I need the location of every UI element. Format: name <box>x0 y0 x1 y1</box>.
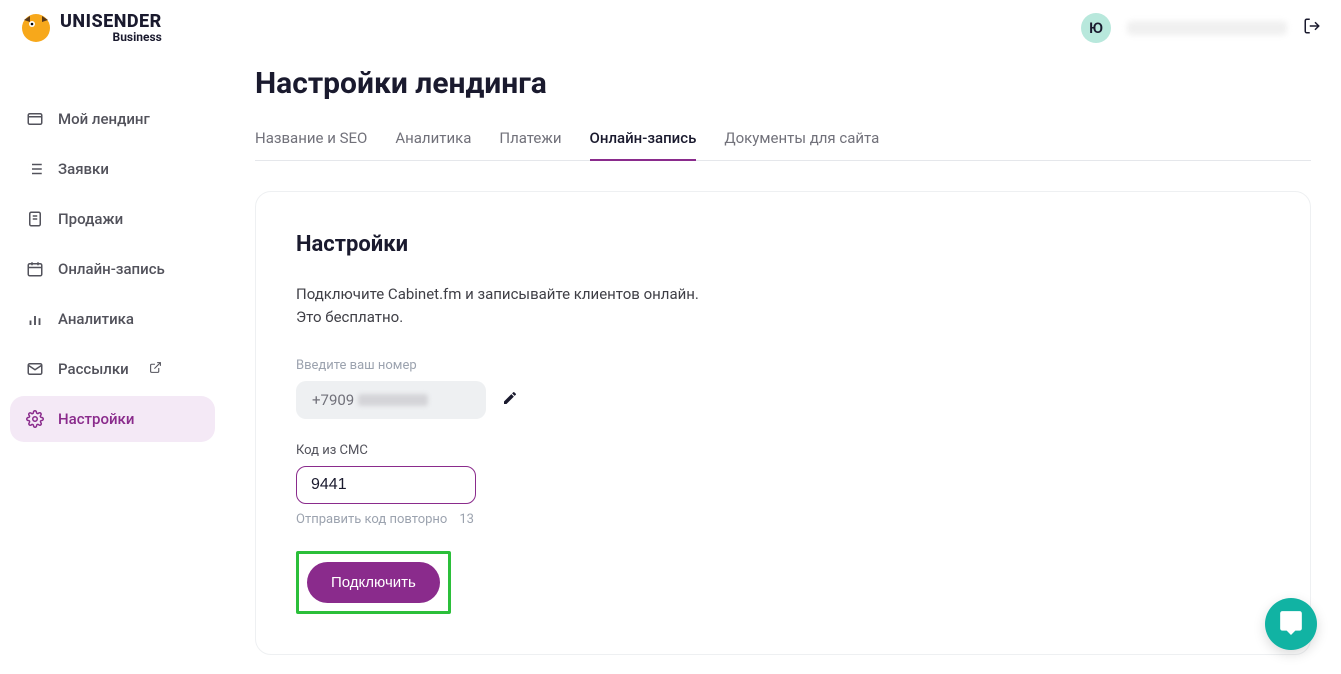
settings-description: Подключите Cabinet.fm и записывайте клие… <box>296 283 716 328</box>
sms-label: Код из СМС <box>296 443 1270 458</box>
logout-icon[interactable] <box>1303 17 1321 40</box>
gear-icon <box>26 410 44 428</box>
connect-button[interactable]: Подключить <box>307 562 440 603</box>
sidebar-item-requests[interactable]: Заявки <box>10 146 215 192</box>
receipt-icon <box>26 210 44 228</box>
sidebar-item-my-landing[interactable]: Мой лендинг <box>10 96 215 142</box>
phone-prefix: +7909 <box>312 391 354 409</box>
settings-card: Настройки Подключите Cabinet.fm и записы… <box>255 191 1311 655</box>
sidebar-item-label: Онлайн-запись <box>58 260 165 278</box>
user-email-blurred <box>1127 21 1287 35</box>
highlight-box: Подключить <box>296 551 451 614</box>
bar-chart-icon <box>26 310 44 328</box>
sidebar-item-sales[interactable]: Продажи <box>10 196 215 242</box>
calendar-icon <box>26 260 44 278</box>
resend-text: Отправить код повторно <box>296 512 447 527</box>
settings-heading: Настройки <box>296 232 1270 257</box>
external-link-icon <box>149 361 162 378</box>
header: UNISENDER Business Ю <box>0 0 1341 56</box>
tab-payments[interactable]: Платежи <box>499 129 561 161</box>
chat-widget[interactable] <box>1265 598 1317 650</box>
tab-name-seo[interactable]: Название и SEO <box>255 129 367 161</box>
mail-icon <box>26 360 44 378</box>
page-title: Настройки лендинга <box>255 66 1311 101</box>
sidebar-item-label: Заявки <box>58 160 109 178</box>
logo[interactable]: UNISENDER Business <box>20 12 162 44</box>
phone-label: Введите ваш номер <box>296 358 1270 373</box>
sidebar-item-online-booking[interactable]: Онлайн-запись <box>10 246 215 292</box>
tabs: Название и SEO Аналитика Платежи Онлайн-… <box>255 129 1311 161</box>
sidebar-item-label: Мой лендинг <box>58 110 150 128</box>
sidebar-item-mailings[interactable]: Рассылки <box>10 346 215 392</box>
tab-online-booking[interactable]: Онлайн-запись <box>590 129 697 161</box>
sidebar-item-label: Аналитика <box>58 310 134 328</box>
chat-icon <box>1278 609 1304 639</box>
resend-countdown: 13 <box>459 512 474 527</box>
sidebar: Мой лендинг Заявки Продажи Онлайн-запись… <box>0 56 225 674</box>
sidebar-item-label: Рассылки <box>58 360 129 378</box>
landing-icon <box>26 110 44 128</box>
main-content: Настройки лендинга Название и SEO Аналит… <box>225 56 1341 674</box>
sidebar-item-label: Настройки <box>58 410 134 428</box>
brand-name: UNISENDER <box>60 13 162 31</box>
tab-analytics[interactable]: Аналитика <box>395 129 471 161</box>
tab-documents[interactable]: Документы для сайта <box>724 129 879 161</box>
list-icon <box>26 160 44 178</box>
edit-phone-icon[interactable] <box>502 390 518 410</box>
sidebar-item-settings[interactable]: Настройки <box>10 396 215 442</box>
logo-icon <box>20 12 52 44</box>
phone-blurred-part <box>358 394 428 406</box>
sidebar-item-analytics[interactable]: Аналитика <box>10 296 215 342</box>
avatar[interactable]: Ю <box>1081 13 1111 43</box>
brand-sub: Business <box>60 31 162 43</box>
sidebar-item-label: Продажи <box>58 210 123 228</box>
phone-display: +7909 <box>296 381 486 419</box>
sms-code-input[interactable] <box>296 466 476 504</box>
